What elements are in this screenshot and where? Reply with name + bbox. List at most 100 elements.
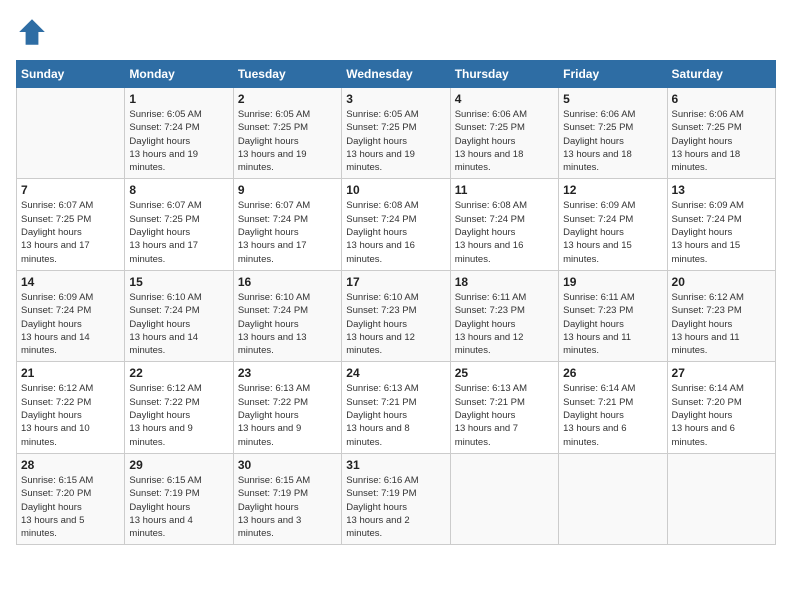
day-number: 14 <box>21 275 120 289</box>
col-header-wednesday: Wednesday <box>342 61 450 88</box>
day-number: 5 <box>563 92 662 106</box>
day-number: 12 <box>563 183 662 197</box>
day-info: Sunrise: 6:05 AM Sunset: 7:24 PM Dayligh… <box>129 108 228 174</box>
calendar-cell: 14 Sunrise: 6:09 AM Sunset: 7:24 PM Dayl… <box>17 270 125 361</box>
calendar-cell: 18 Sunrise: 6:11 AM Sunset: 7:23 PM Dayl… <box>450 270 558 361</box>
day-number: 27 <box>672 366 771 380</box>
col-header-friday: Friday <box>559 61 667 88</box>
day-info: Sunrise: 6:10 AM Sunset: 7:24 PM Dayligh… <box>129 291 228 357</box>
week-row-3: 14 Sunrise: 6:09 AM Sunset: 7:24 PM Dayl… <box>17 270 776 361</box>
day-number: 31 <box>346 458 445 472</box>
day-info: Sunrise: 6:13 AM Sunset: 7:21 PM Dayligh… <box>455 382 554 448</box>
calendar-cell: 23 Sunrise: 6:13 AM Sunset: 7:22 PM Dayl… <box>233 362 341 453</box>
calendar-cell: 21 Sunrise: 6:12 AM Sunset: 7:22 PM Dayl… <box>17 362 125 453</box>
day-info: Sunrise: 6:16 AM Sunset: 7:19 PM Dayligh… <box>346 474 445 540</box>
calendar-cell: 28 Sunrise: 6:15 AM Sunset: 7:20 PM Dayl… <box>17 453 125 544</box>
calendar-cell: 7 Sunrise: 6:07 AM Sunset: 7:25 PM Dayli… <box>17 179 125 270</box>
week-row-5: 28 Sunrise: 6:15 AM Sunset: 7:20 PM Dayl… <box>17 453 776 544</box>
calendar-cell: 15 Sunrise: 6:10 AM Sunset: 7:24 PM Dayl… <box>125 270 233 361</box>
day-info: Sunrise: 6:09 AM Sunset: 7:24 PM Dayligh… <box>563 199 662 265</box>
logo-icon <box>16 16 48 48</box>
calendar-cell: 5 Sunrise: 6:06 AM Sunset: 7:25 PM Dayli… <box>559 88 667 179</box>
calendar-cell: 12 Sunrise: 6:09 AM Sunset: 7:24 PM Dayl… <box>559 179 667 270</box>
day-number: 13 <box>672 183 771 197</box>
calendar-cell: 29 Sunrise: 6:15 AM Sunset: 7:19 PM Dayl… <box>125 453 233 544</box>
day-number: 22 <box>129 366 228 380</box>
calendar-cell: 2 Sunrise: 6:05 AM Sunset: 7:25 PM Dayli… <box>233 88 341 179</box>
calendar-cell: 1 Sunrise: 6:05 AM Sunset: 7:24 PM Dayli… <box>125 88 233 179</box>
day-number: 30 <box>238 458 337 472</box>
day-info: Sunrise: 6:12 AM Sunset: 7:22 PM Dayligh… <box>129 382 228 448</box>
day-number: 23 <box>238 366 337 380</box>
calendar-cell: 26 Sunrise: 6:14 AM Sunset: 7:21 PM Dayl… <box>559 362 667 453</box>
week-row-4: 21 Sunrise: 6:12 AM Sunset: 7:22 PM Dayl… <box>17 362 776 453</box>
day-number: 10 <box>346 183 445 197</box>
day-number: 1 <box>129 92 228 106</box>
calendar-cell: 30 Sunrise: 6:15 AM Sunset: 7:19 PM Dayl… <box>233 453 341 544</box>
calendar-table: SundayMondayTuesdayWednesdayThursdayFrid… <box>16 60 776 545</box>
day-number: 21 <box>21 366 120 380</box>
calendar-cell <box>667 453 775 544</box>
calendar-cell <box>559 453 667 544</box>
day-info: Sunrise: 6:08 AM Sunset: 7:24 PM Dayligh… <box>455 199 554 265</box>
day-info: Sunrise: 6:07 AM Sunset: 7:25 PM Dayligh… <box>129 199 228 265</box>
page-header <box>16 16 776 48</box>
day-info: Sunrise: 6:06 AM Sunset: 7:25 PM Dayligh… <box>563 108 662 174</box>
day-info: Sunrise: 6:10 AM Sunset: 7:23 PM Dayligh… <box>346 291 445 357</box>
calendar-cell: 6 Sunrise: 6:06 AM Sunset: 7:25 PM Dayli… <box>667 88 775 179</box>
day-info: Sunrise: 6:11 AM Sunset: 7:23 PM Dayligh… <box>563 291 662 357</box>
calendar-cell: 11 Sunrise: 6:08 AM Sunset: 7:24 PM Dayl… <box>450 179 558 270</box>
calendar-cell: 31 Sunrise: 6:16 AM Sunset: 7:19 PM Dayl… <box>342 453 450 544</box>
day-info: Sunrise: 6:07 AM Sunset: 7:24 PM Dayligh… <box>238 199 337 265</box>
calendar-cell: 19 Sunrise: 6:11 AM Sunset: 7:23 PM Dayl… <box>559 270 667 361</box>
day-number: 18 <box>455 275 554 289</box>
day-number: 6 <box>672 92 771 106</box>
calendar-cell: 20 Sunrise: 6:12 AM Sunset: 7:23 PM Dayl… <box>667 270 775 361</box>
day-info: Sunrise: 6:08 AM Sunset: 7:24 PM Dayligh… <box>346 199 445 265</box>
day-number: 25 <box>455 366 554 380</box>
day-info: Sunrise: 6:05 AM Sunset: 7:25 PM Dayligh… <box>238 108 337 174</box>
day-info: Sunrise: 6:15 AM Sunset: 7:20 PM Dayligh… <box>21 474 120 540</box>
day-info: Sunrise: 6:15 AM Sunset: 7:19 PM Dayligh… <box>238 474 337 540</box>
day-info: Sunrise: 6:11 AM Sunset: 7:23 PM Dayligh… <box>455 291 554 357</box>
day-info: Sunrise: 6:14 AM Sunset: 7:20 PM Dayligh… <box>672 382 771 448</box>
day-info: Sunrise: 6:12 AM Sunset: 7:22 PM Dayligh… <box>21 382 120 448</box>
col-header-sunday: Sunday <box>17 61 125 88</box>
day-info: Sunrise: 6:06 AM Sunset: 7:25 PM Dayligh… <box>672 108 771 174</box>
day-number: 20 <box>672 275 771 289</box>
calendar-cell: 24 Sunrise: 6:13 AM Sunset: 7:21 PM Dayl… <box>342 362 450 453</box>
day-info: Sunrise: 6:07 AM Sunset: 7:25 PM Dayligh… <box>21 199 120 265</box>
day-number: 26 <box>563 366 662 380</box>
day-number: 28 <box>21 458 120 472</box>
calendar-cell: 13 Sunrise: 6:09 AM Sunset: 7:24 PM Dayl… <box>667 179 775 270</box>
day-number: 16 <box>238 275 337 289</box>
day-info: Sunrise: 6:15 AM Sunset: 7:19 PM Dayligh… <box>129 474 228 540</box>
calendar-cell: 8 Sunrise: 6:07 AM Sunset: 7:25 PM Dayli… <box>125 179 233 270</box>
col-header-monday: Monday <box>125 61 233 88</box>
calendar-cell: 4 Sunrise: 6:06 AM Sunset: 7:25 PM Dayli… <box>450 88 558 179</box>
logo <box>16 16 52 48</box>
day-number: 29 <box>129 458 228 472</box>
calendar-cell <box>450 453 558 544</box>
day-info: Sunrise: 6:09 AM Sunset: 7:24 PM Dayligh… <box>672 199 771 265</box>
calendar-cell: 9 Sunrise: 6:07 AM Sunset: 7:24 PM Dayli… <box>233 179 341 270</box>
header-row: SundayMondayTuesdayWednesdayThursdayFrid… <box>17 61 776 88</box>
calendar-cell: 27 Sunrise: 6:14 AM Sunset: 7:20 PM Dayl… <box>667 362 775 453</box>
col-header-tuesday: Tuesday <box>233 61 341 88</box>
calendar-cell: 25 Sunrise: 6:13 AM Sunset: 7:21 PM Dayl… <box>450 362 558 453</box>
day-number: 24 <box>346 366 445 380</box>
col-header-saturday: Saturday <box>667 61 775 88</box>
day-number: 7 <box>21 183 120 197</box>
calendar-cell: 16 Sunrise: 6:10 AM Sunset: 7:24 PM Dayl… <box>233 270 341 361</box>
day-info: Sunrise: 6:13 AM Sunset: 7:21 PM Dayligh… <box>346 382 445 448</box>
day-number: 3 <box>346 92 445 106</box>
day-info: Sunrise: 6:12 AM Sunset: 7:23 PM Dayligh… <box>672 291 771 357</box>
calendar-cell: 17 Sunrise: 6:10 AM Sunset: 7:23 PM Dayl… <box>342 270 450 361</box>
day-number: 11 <box>455 183 554 197</box>
calendar-cell <box>17 88 125 179</box>
day-number: 8 <box>129 183 228 197</box>
day-number: 2 <box>238 92 337 106</box>
day-info: Sunrise: 6:09 AM Sunset: 7:24 PM Dayligh… <box>21 291 120 357</box>
day-info: Sunrise: 6:14 AM Sunset: 7:21 PM Dayligh… <box>563 382 662 448</box>
day-number: 4 <box>455 92 554 106</box>
